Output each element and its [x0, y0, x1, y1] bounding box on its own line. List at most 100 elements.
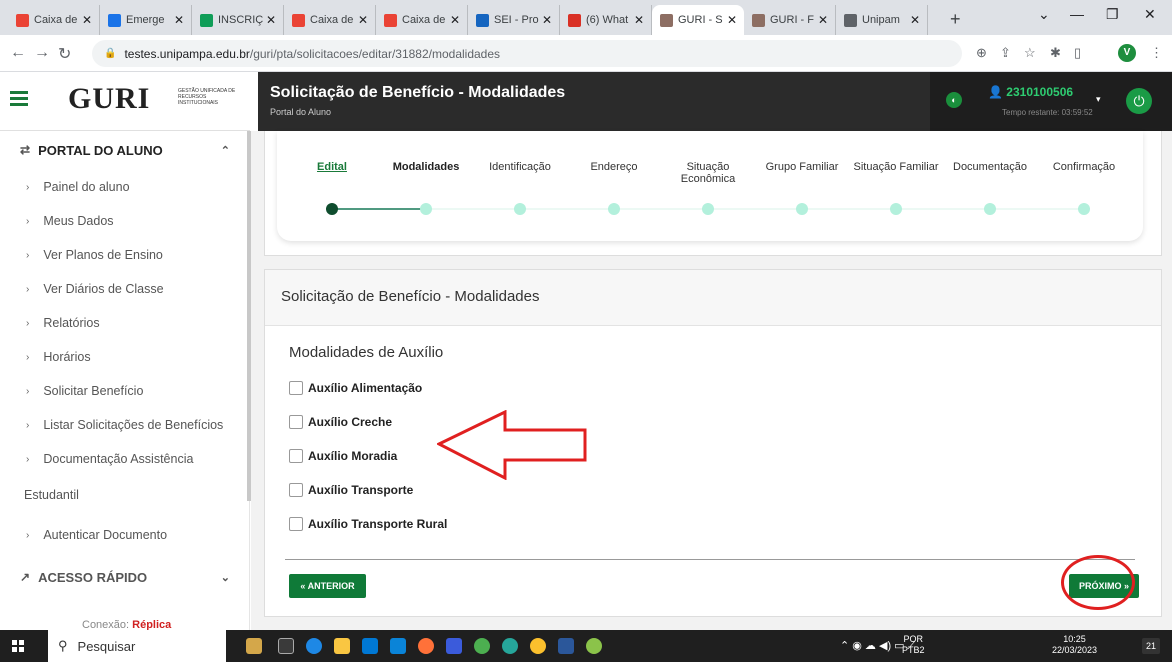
app-icon[interactable]	[502, 638, 518, 654]
logout-power-icon[interactable]: ⏻	[1126, 88, 1152, 114]
tab-close-icon[interactable]: ✕	[447, 13, 463, 27]
new-tab-button[interactable]: +	[950, 9, 961, 30]
option-label[interactable]: Auxílio Moradia	[308, 449, 397, 463]
forward-icon[interactable]: →	[34, 44, 50, 62]
sidebar-item[interactable]: › Solicitar Benefício	[0, 374, 246, 408]
firefox-icon[interactable]	[418, 638, 434, 654]
mail-icon[interactable]	[390, 638, 406, 654]
paint-icon[interactable]	[586, 638, 602, 654]
windows-start-icon[interactable]	[12, 640, 24, 652]
tab-close-icon[interactable]: ✕	[815, 13, 831, 27]
language-indicator[interactable]: POR PTB2	[902, 634, 925, 656]
checkbox[interactable]	[289, 517, 303, 531]
tab-close-icon[interactable]: ✕	[907, 13, 923, 27]
clock[interactable]: 10:25 22/03/2023	[1052, 634, 1097, 656]
browser-tab-strip: Caixa de ✕ Emerge ✕ INSCRIÇ ✕ Caixa de ✕ Caixa d…	[0, 0, 1172, 35]
sidebar-wrapped-text[interactable]: Estudantil	[24, 488, 79, 502]
sidebar-item[interactable]: › Horários	[0, 340, 246, 374]
browser-tab[interactable]: SEI - Pro ✕	[468, 5, 560, 35]
tab-search-icon[interactable]: ⌄	[1038, 6, 1050, 23]
profile-avatar[interactable]: V	[1118, 44, 1136, 62]
reload-icon[interactable]: ↻	[58, 44, 71, 64]
modalidade-option[interactable]: Auxílio Transporte	[289, 482, 413, 498]
option-label[interactable]: Auxílio Transporte Rural	[308, 517, 447, 531]
word-icon[interactable]	[558, 638, 574, 654]
sidebar-item[interactable]: › Listar Solicitações de Benefícios	[0, 408, 246, 442]
figures-icon[interactable]	[246, 638, 262, 654]
browser-tab[interactable]: Unipam ✕	[836, 5, 928, 35]
option-label[interactable]: Auxílio Creche	[308, 415, 392, 429]
sidepanel-icon[interactable]: ▯	[1074, 45, 1081, 61]
user-dropdown-caret-icon[interactable]: ▾	[1096, 94, 1101, 105]
share-icon[interactable]: ⇪	[1000, 45, 1011, 61]
tab-close-icon[interactable]: ✕	[171, 13, 187, 27]
hamburger-menu-icon[interactable]	[10, 91, 28, 107]
guri-logo[interactable]: GURI	[68, 82, 150, 116]
taskbar-search[interactable]: ⚲ Pesquisar	[48, 630, 226, 662]
page-subtitle: Portal do Aluno	[270, 107, 332, 117]
browser-tab[interactable]: (6) What ✕	[560, 5, 652, 35]
form-title: Solicitação de Benefício - Modalidades	[281, 288, 540, 305]
checkbox[interactable]	[289, 381, 303, 395]
store-icon[interactable]	[362, 638, 378, 654]
modalidade-option[interactable]: Auxílio Moradia	[289, 448, 397, 464]
browser-tab[interactable]: Caixa de ✕	[376, 5, 468, 35]
tab-close-icon[interactable]: ✕	[539, 13, 555, 27]
sidebar-item[interactable]: › Painel do aluno	[0, 170, 246, 204]
modalidade-option[interactable]: Auxílio Alimentação	[289, 380, 422, 396]
extensions-icon[interactable]: ✱	[1050, 45, 1061, 61]
option-label[interactable]: Auxílio Alimentação	[308, 381, 422, 395]
modalidade-option[interactable]: Auxílio Creche	[289, 414, 392, 430]
chevron-right-icon: ›	[26, 529, 30, 541]
close-window-icon[interactable]: ✕	[1144, 6, 1156, 23]
minimize-icon[interactable]: —	[1070, 6, 1084, 22]
sidebar-item[interactable]: › Documentação Assistência	[0, 442, 246, 476]
browser-tab[interactable]: Emerge ✕	[100, 5, 192, 35]
search-placeholder: Pesquisar	[77, 638, 136, 654]
tab-close-icon[interactable]: ✕	[355, 13, 371, 27]
user-icon: 👤	[988, 85, 1003, 99]
browser-tab[interactable]: Caixa de ✕	[8, 5, 100, 35]
browser-tab[interactable]: GURI - F ✕	[744, 5, 836, 35]
app2-icon[interactable]	[530, 638, 546, 654]
modalidade-option[interactable]: Auxílio Transporte Rural	[289, 516, 447, 532]
tab-close-icon[interactable]: ✕	[631, 13, 647, 27]
notification-center[interactable]: 21	[1142, 638, 1160, 654]
checkbox[interactable]	[289, 483, 303, 497]
bookmark-star-icon[interactable]: ☆	[1024, 45, 1036, 61]
browser-tab[interactable]: INSCRIÇ ✕	[192, 5, 284, 35]
step-label[interactable]: Edital	[287, 161, 377, 173]
sidebar-item[interactable]: › Relatórios	[0, 306, 246, 340]
option-label[interactable]: Auxílio Transporte	[308, 483, 413, 497]
back-icon[interactable]: ←	[10, 44, 26, 62]
checkbox[interactable]	[289, 449, 303, 463]
sidebar-section-quick-access[interactable]: ↗ ACESSO RÁPIDO ⌄	[0, 558, 246, 596]
file-explorer-icon[interactable]	[334, 638, 350, 654]
sidebar-item-autenticar[interactable]: › Autenticar Documento	[0, 518, 246, 552]
maximize-icon[interactable]: ❐	[1106, 6, 1119, 23]
browser-menu-icon[interactable]: ⋮	[1150, 45, 1163, 61]
sidebar-item[interactable]: › Ver Planos de Ensino	[0, 238, 246, 272]
step-label: Documentação	[953, 161, 1027, 173]
chrome-icon[interactable]	[474, 638, 490, 654]
url-input[interactable]: 🔒 testes.unipampa.edu.br /guri/pta/solic…	[92, 40, 962, 67]
checkbox[interactable]	[289, 415, 303, 429]
form-header: Solicitação de Benefício - Modalidades	[265, 270, 1161, 326]
step-dot	[702, 203, 714, 215]
tab-close-icon[interactable]: ✕	[724, 13, 740, 27]
tab-close-icon[interactable]: ✕	[79, 13, 95, 27]
previous-button[interactable]: « ANTERIOR	[289, 574, 366, 598]
theme-toggle-icon[interactable]: ◐	[946, 92, 962, 108]
browser-tab[interactable]: Caixa de ✕	[284, 5, 376, 35]
sidebar-item[interactable]: › Ver Diários de Classe	[0, 272, 246, 306]
vpn-icon[interactable]	[446, 638, 462, 654]
edge-icon[interactable]	[306, 638, 322, 654]
user-id[interactable]: 👤 2310100506	[988, 85, 1073, 99]
sidebar-item[interactable]: › Meus Dados	[0, 204, 246, 238]
tab-close-icon[interactable]: ✕	[263, 13, 279, 27]
sidebar-section-portal[interactable]: ⇄ PORTAL DO ALUNO ⌃	[0, 131, 246, 169]
task-view-icon[interactable]	[278, 638, 294, 654]
zoom-icon[interactable]: ⊕	[976, 45, 987, 61]
lang-line2: PTB2	[902, 645, 925, 655]
browser-tab[interactable]: GURI - S ✕	[652, 5, 744, 35]
